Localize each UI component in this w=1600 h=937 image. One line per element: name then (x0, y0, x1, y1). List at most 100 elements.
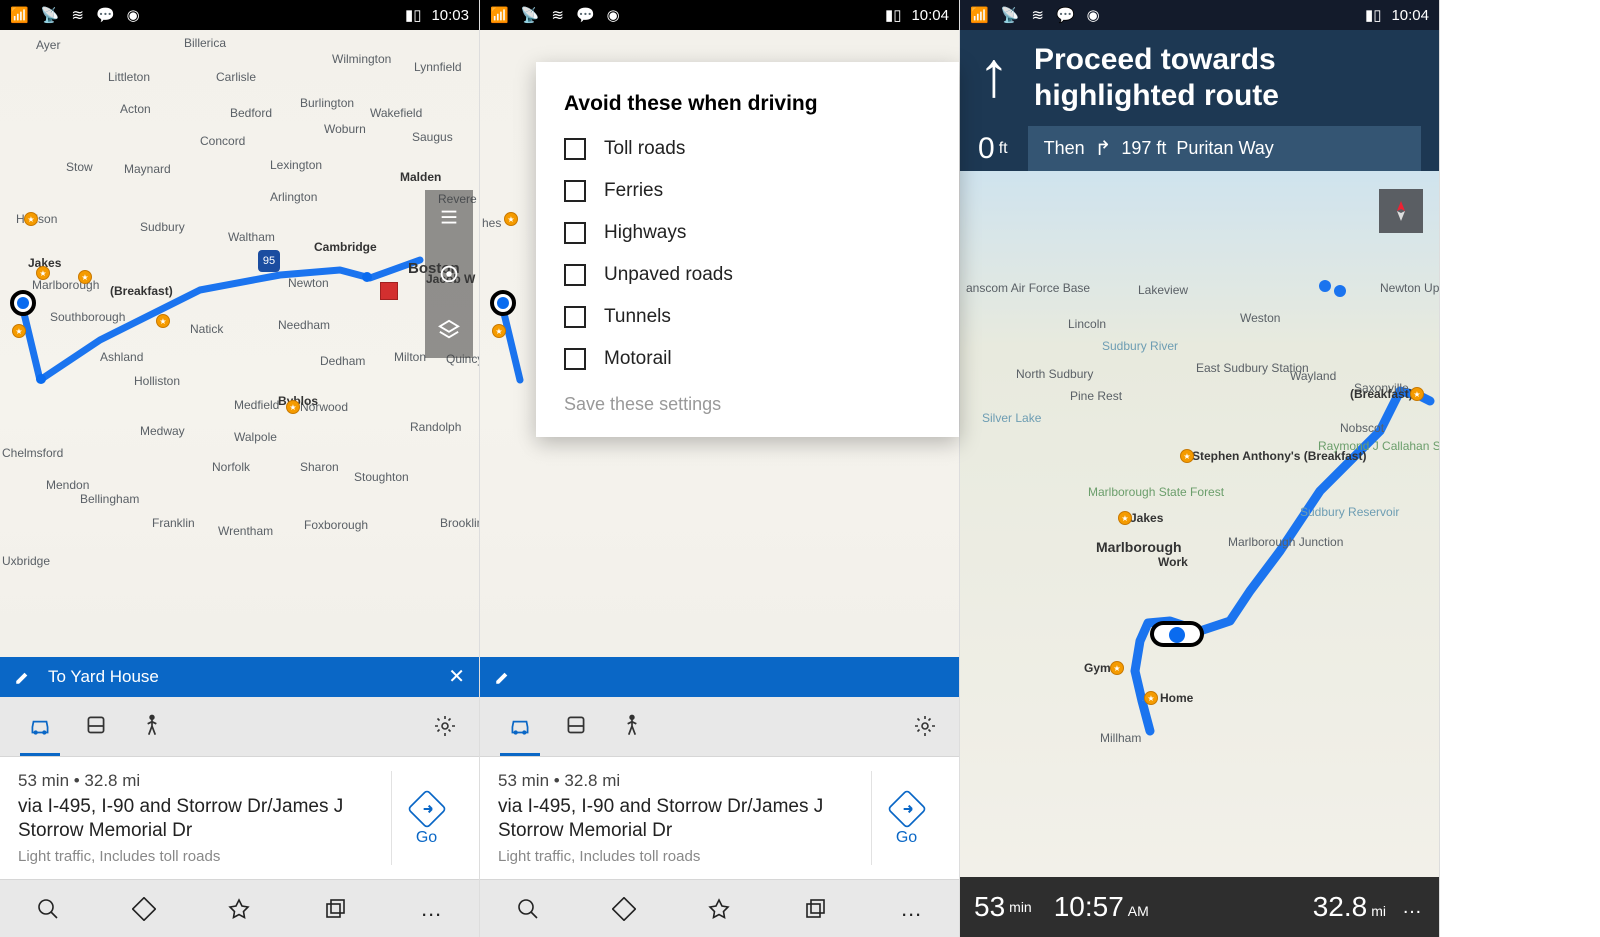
navigation-map[interactable]: anscom Air Force Base Lakeview Weston Ne… (960, 171, 1439, 877)
mode-car[interactable] (12, 696, 68, 756)
poi-icon[interactable] (156, 314, 170, 328)
nav-collections[interactable] (791, 885, 839, 933)
map-label: Billerica (184, 36, 226, 50)
map-label: Mendon (46, 478, 89, 492)
map-label: Sudbury Reservoir (1300, 505, 1399, 519)
checkbox-motorail[interactable]: Motorail (564, 348, 931, 370)
poi-icon[interactable] (1180, 449, 1194, 463)
map-label: Lynnfield (414, 60, 462, 74)
turn-right-icon: ↱ (1095, 136, 1112, 161)
footer-more-button[interactable]: … (1402, 896, 1425, 919)
nav-more[interactable]: … (407, 885, 455, 933)
nav-search[interactable] (24, 885, 72, 933)
map-label: Wrentham (218, 524, 273, 538)
poi-icon[interactable] (24, 212, 38, 226)
map-label: Uxbridge (2, 554, 50, 568)
map-stack-button[interactable] (425, 302, 473, 358)
map-label: Marlborough State Forest (1088, 485, 1224, 499)
map-label: Lincoln (1068, 317, 1106, 331)
mode-transit[interactable] (548, 696, 604, 756)
map-locate-button[interactable] (425, 246, 473, 302)
go-button[interactable]: Go (391, 771, 461, 865)
poi-icon[interactable] (492, 324, 506, 338)
map-label: Littleton (108, 70, 150, 84)
nav-directions[interactable] (600, 885, 648, 933)
route-options-button[interactable] (423, 704, 467, 748)
map-label: Newton (288, 276, 329, 290)
checkbox-toll-roads[interactable]: Toll roads (564, 138, 931, 160)
poi-icon[interactable] (286, 400, 300, 414)
poi-icon[interactable] (1110, 661, 1124, 675)
map-label: Chelmsford (2, 446, 63, 460)
checkbox-highways[interactable]: Highways (564, 222, 931, 244)
map-label: Gym (1084, 661, 1111, 675)
map-label: Raymond J Callahan State Park (1318, 439, 1439, 453)
save-settings-button[interactable]: Save these settings (564, 394, 931, 415)
go-label: Go (896, 829, 917, 847)
route-via: via I-495, I-90 and Storrow Dr/James J S… (18, 795, 391, 844)
map-label: Holliston (134, 374, 180, 388)
nav-search[interactable] (504, 885, 552, 933)
compass-button[interactable] (1379, 189, 1423, 233)
mode-walk[interactable] (124, 696, 180, 756)
mode-transit[interactable] (68, 696, 124, 756)
nav-favorites[interactable] (215, 885, 263, 933)
nav-favorites[interactable] (695, 885, 743, 933)
map-label: Silver Lake (982, 411, 1041, 425)
bottom-nav: … (480, 879, 959, 937)
route-meta: 53 min • 32.8 mi (18, 771, 391, 791)
checkbox-icon (564, 264, 586, 286)
map-label: Stow (66, 160, 93, 174)
checkbox-tunnels[interactable]: Tunnels (564, 306, 931, 328)
map-label: Wilmington (332, 52, 391, 66)
wifi-icon: 📡 (1001, 6, 1020, 24)
go-label: Go (416, 829, 437, 847)
map-label: Sharon (300, 460, 339, 474)
map-label: anscom Air Force Base (966, 281, 1090, 295)
destination-bar[interactable] (480, 657, 959, 697)
map-view[interactable]: Ayer Billerica Littleton Carlisle Wilmin… (0, 30, 479, 657)
route-origin-marker (10, 290, 36, 316)
nav-then-row[interactable]: Then ↱ 197 ft Puritan Way (1028, 126, 1421, 171)
map-label: Arlington (270, 190, 317, 204)
footer-distance: 32.8 (1313, 891, 1368, 922)
status-time: 10:04 (911, 7, 949, 24)
route-options-button[interactable] (903, 704, 947, 748)
poi-icon[interactable] (1410, 387, 1424, 401)
route-card[interactable]: 53 min • 32.8 mi via I-495, I-90 and Sto… (0, 757, 479, 879)
waypoint-dot (36, 374, 46, 384)
poi-icon[interactable] (78, 270, 92, 284)
map-label: Randolph (410, 420, 461, 434)
record-icon: ◉ (127, 6, 140, 24)
checkbox-unpaved[interactable]: Unpaved roads (564, 264, 931, 286)
route-polyline (960, 171, 1439, 871)
map-label: Burlington (300, 96, 354, 110)
nav-collections[interactable] (311, 885, 359, 933)
poi-icon[interactable] (1118, 511, 1132, 525)
transport-mode-tabs (480, 697, 959, 757)
checkbox-ferries[interactable]: Ferries (564, 180, 931, 202)
poi-icon[interactable] (1144, 691, 1158, 705)
poi-icon[interactable] (504, 212, 518, 226)
poi-icon[interactable] (36, 266, 50, 280)
go-button[interactable]: Go (871, 771, 941, 865)
destination-bar[interactable]: To Yard House ✕ (0, 657, 479, 697)
map-label: Malden (400, 170, 441, 184)
map-label: Cambridge (314, 240, 377, 254)
checkbox-icon (564, 138, 586, 160)
map-label: Weston (1240, 311, 1280, 325)
poi-icon[interactable] (12, 324, 26, 338)
navigation-header: ↑ Proceed towards highlighted route 0 ft… (960, 30, 1439, 171)
map-annotation: (Breakfast) (110, 284, 173, 298)
mode-car[interactable] (492, 696, 548, 756)
nav-more[interactable]: … (887, 885, 935, 933)
checkbox-icon (564, 222, 586, 244)
destination-label: To Yard House (48, 667, 159, 687)
then-street: Puritan Way (1176, 138, 1273, 159)
mode-walk[interactable] (604, 696, 660, 756)
close-icon[interactable]: ✕ (448, 664, 465, 689)
nav-directions[interactable] (120, 885, 168, 933)
map-label: North Sudbury (1016, 367, 1093, 381)
route-card[interactable]: 53 min • 32.8 mi via I-495, I-90 and Sto… (480, 757, 959, 879)
map-layers-button[interactable] (425, 190, 473, 246)
